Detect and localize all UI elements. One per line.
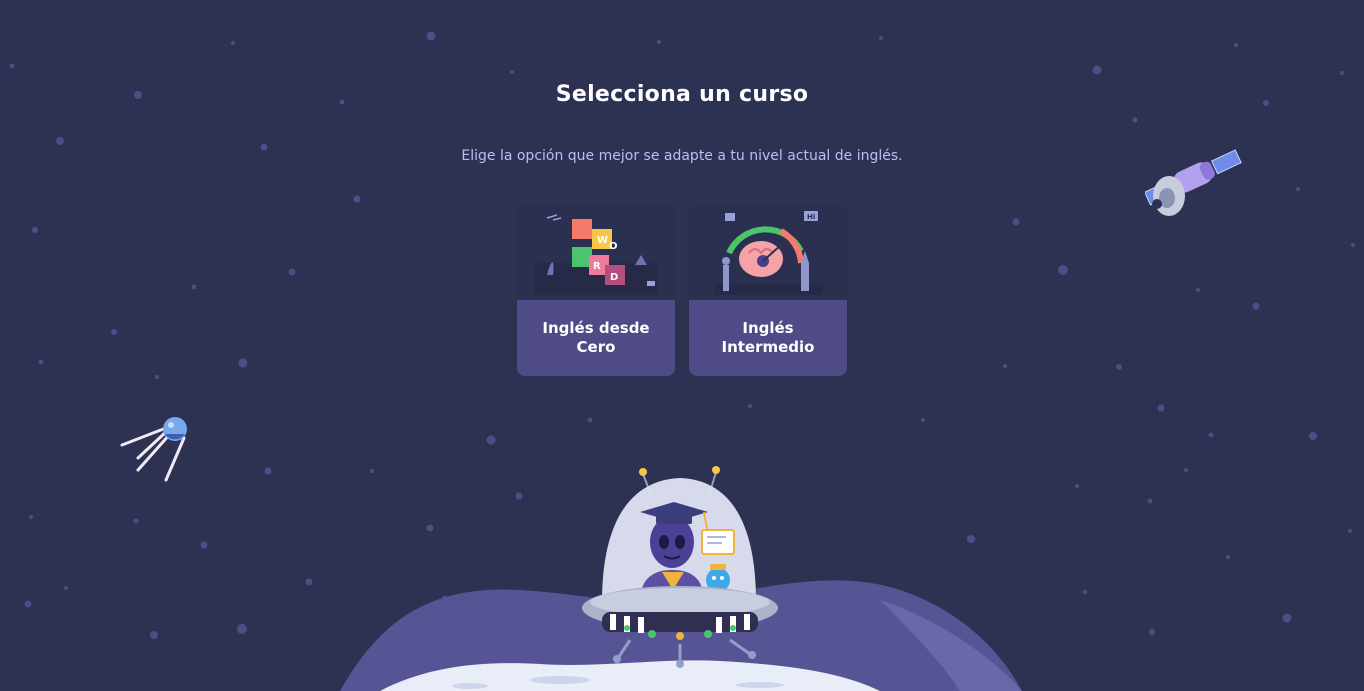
brain-gauge-illustration: Hi (689, 203, 847, 300)
cube-letter-w: W (597, 235, 608, 246)
course-label: Inglés Intermedio (721, 319, 815, 356)
page-subtitle: Elige la opción que mejor se adapte a tu… (461, 148, 903, 164)
course-selection-screen: Selecciona un curso Elige la opción que … (0, 0, 1364, 691)
course-card-ingles-intermedio[interactable]: Hi Inglés Intermedio (689, 203, 847, 376)
word-blocks-illustration: W O R D (517, 203, 675, 300)
ufo-alien-mascot (582, 466, 778, 668)
page-title: Selecciona un curso (555, 82, 809, 107)
cube-letter-o: O (609, 241, 618, 252)
course-label: Inglés desde Cero (542, 319, 650, 356)
sputnik-illustration (120, 417, 187, 482)
cube-letter-r: R (593, 261, 601, 272)
course-card-ingles-desde-cero[interactable]: W O R D Inglés desde Cero (517, 203, 675, 376)
hi-badge: Hi (807, 213, 815, 221)
cube-letter-d: D (610, 272, 618, 283)
